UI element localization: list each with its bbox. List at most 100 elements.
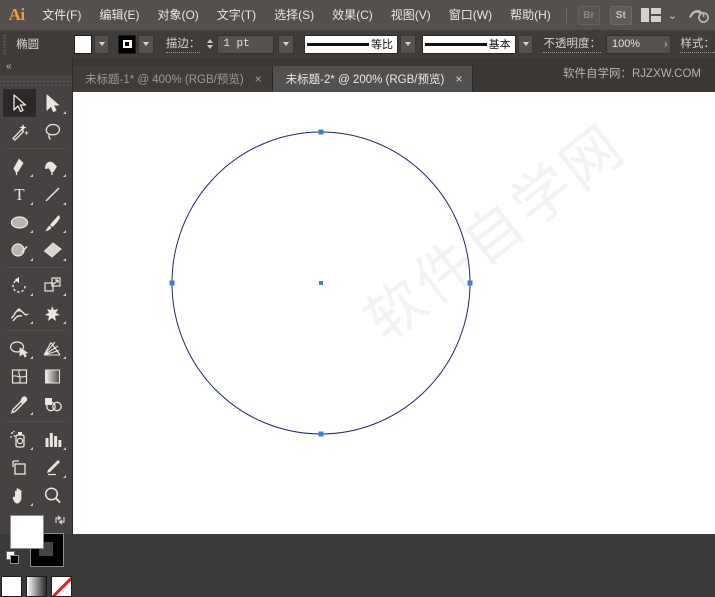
tool-group-corner-icon — [63, 321, 66, 324]
stock-button[interactable]: St — [609, 5, 632, 25]
menu-edit[interactable]: 编辑(E) — [90, 0, 148, 30]
tool-group-corner-icon — [63, 356, 66, 359]
paintbrush-tool[interactable] — [36, 208, 69, 236]
stroke-weight-dropdown-button[interactable] — [278, 34, 295, 54]
magic-wand-tool[interactable] — [3, 117, 36, 145]
eraser-tool[interactable] — [36, 236, 69, 264]
anchor-top[interactable] — [318, 129, 324, 135]
brush-definition-combo[interactable]: 基本 — [421, 34, 516, 54]
anchor-bottom[interactable] — [318, 431, 324, 437]
tab-label: 未标题-1* @ 400% (RGB/预览) — [85, 74, 244, 86]
zoom-tool[interactable] — [36, 481, 69, 509]
site-watermark: 软件自学网：RJZXW.COM — [563, 67, 701, 80]
opacity-input[interactable]: 100% › — [605, 34, 672, 54]
stroke-dropdown-button[interactable] — [137, 34, 154, 54]
hand-tool[interactable] — [3, 481, 36, 509]
center-point[interactable] — [319, 281, 323, 285]
workspace-switcher[interactable]: ⌄ — [640, 8, 677, 22]
document-tab-1[interactable]: 未标题-1* @ 400% (RGB/预览) × — [72, 66, 273, 92]
style-label[interactable]: 样式： — [680, 35, 715, 53]
symbol-sprayer-tool[interactable] — [3, 425, 36, 453]
collapse-panel-icon[interactable]: « — [6, 61, 11, 72]
width-tool[interactable] — [3, 299, 36, 327]
active-tool-label: 椭圆 — [16, 39, 40, 51]
rotate-tool[interactable] — [3, 271, 36, 299]
pen-tool[interactable] — [3, 152, 36, 180]
tools-divider — [6, 421, 66, 422]
menu-file[interactable]: 文件(F) — [33, 0, 90, 30]
eyedropper-tool[interactable] — [3, 390, 36, 418]
tools-panel-grip[interactable] — [0, 77, 72, 86]
scale-tool[interactable] — [36, 271, 69, 299]
menu-help[interactable]: 帮助(H) — [501, 0, 560, 30]
tool-group-corner-icon — [63, 475, 66, 478]
tool-group-corner-icon — [30, 258, 33, 261]
menu-view[interactable]: 视图(V) — [382, 0, 440, 30]
tools-grid: T — [0, 89, 72, 509]
curvature-tool[interactable] — [36, 152, 69, 180]
fill-dropdown-button[interactable] — [93, 34, 110, 54]
document-tab-bar: 未标题-1* @ 400% (RGB/预览) × 未标题-2* @ 200% (… — [0, 58, 715, 92]
options-bar: 椭圆 描边： 1 pt 等比 基本 不透明度： 100% › 样式： — [0, 30, 715, 59]
stroke-weight-label[interactable]: 描边： — [165, 35, 201, 53]
artboard-tool[interactable] — [3, 453, 36, 481]
none-mode-button[interactable] — [50, 576, 72, 597]
lasso-tool[interactable] — [36, 117, 69, 145]
options-bar-grip[interactable] — [3, 34, 8, 54]
brush-dropdown-button[interactable] — [517, 34, 534, 54]
close-icon[interactable]: × — [255, 73, 262, 85]
layout-icon — [640, 8, 661, 22]
fill-color-swatch[interactable] — [74, 34, 92, 54]
bridge-button[interactable]: Br — [577, 5, 600, 25]
shaper-tool[interactable] — [3, 236, 36, 264]
shape-builder-tool[interactable] — [3, 334, 36, 362]
anchor-right[interactable] — [467, 280, 473, 286]
stroke-color-swatch[interactable] — [118, 34, 136, 54]
close-icon[interactable]: × — [455, 73, 462, 85]
stroke-profile-combo[interactable]: 等比 — [304, 34, 398, 54]
canvas[interactable]: 软件自学网 — [72, 92, 715, 534]
color-mode-button[interactable] — [0, 576, 22, 597]
tools-panel-header[interactable]: « — [0, 58, 72, 75]
stroke-weight-stepper[interactable] — [207, 39, 214, 49]
slice-tool[interactable] — [36, 453, 69, 481]
column-graph-tool[interactable] — [36, 425, 69, 453]
menu-type[interactable]: 文字(T) — [208, 0, 265, 30]
tool-group-corner-icon — [63, 258, 66, 261]
tab-label: 未标题-2* @ 200% (RGB/预览) — [285, 74, 445, 86]
stroke-weight-input[interactable]: 1 pt — [217, 34, 275, 54]
menu-window[interactable]: 窗口(W) — [440, 0, 501, 30]
fill-stroke-widget — [0, 511, 72, 573]
tool-group-corner-icon — [30, 174, 33, 177]
gradient-tool[interactable] — [36, 362, 69, 390]
perspective-grid-tool[interactable] — [36, 334, 69, 362]
swap-fill-stroke-icon[interactable] — [54, 513, 66, 525]
line-segment-tool[interactable] — [36, 180, 69, 208]
creative-cloud-icon[interactable] — [687, 6, 709, 24]
app-logo: Ai — [8, 5, 26, 24]
free-transform-tool[interactable] — [36, 299, 69, 327]
stroke-profile-dropdown-button[interactable] — [399, 34, 416, 54]
opacity-expand-arrow[interactable]: › — [664, 39, 667, 50]
tool-group-corner-icon — [30, 447, 33, 450]
selection-tool[interactable] — [3, 89, 36, 117]
direct-selection-tool[interactable] — [36, 89, 69, 117]
menu-object[interactable]: 对象(O) — [148, 0, 207, 30]
blend-tool[interactable] — [36, 390, 69, 418]
tool-group-corner-icon — [30, 503, 33, 506]
fill-stroke-mode-buttons — [0, 573, 72, 597]
mesh-tool[interactable] — [3, 362, 36, 390]
menu-select[interactable]: 选择(S) — [265, 0, 323, 30]
svg-text:T: T — [14, 185, 25, 204]
illustrator-window: Ai 文件(F) 编辑(E) 对象(O) 文字(T) 选择(S) 效果(C) 视… — [0, 0, 715, 597]
menu-effect[interactable]: 效果(C) — [323, 0, 382, 30]
anchor-left[interactable] — [169, 280, 175, 286]
ellipse-tool[interactable] — [3, 208, 36, 236]
opacity-value: 100% — [611, 38, 641, 50]
gradient-mode-button[interactable] — [25, 576, 47, 597]
type-tool[interactable]: T — [3, 180, 36, 208]
opacity-label[interactable]: 不透明度： — [543, 35, 601, 53]
document-tab-2[interactable]: 未标题-2* @ 200% (RGB/预览) × — [272, 66, 474, 92]
fill-swatch-large[interactable] — [10, 515, 44, 549]
default-fill-stroke-icon[interactable] — [6, 551, 20, 565]
